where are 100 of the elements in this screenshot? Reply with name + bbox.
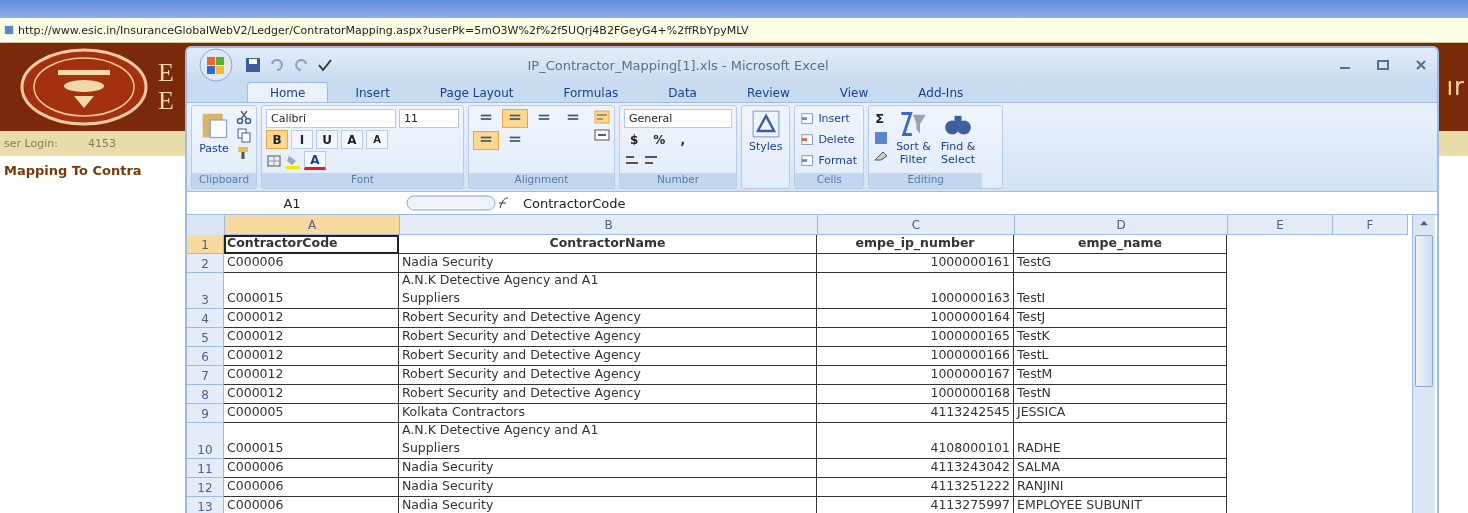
address-bar[interactable]: http://www.esic.in/InsuranceGlobalWebV2/Ledger/ContratorMapping.aspx?userPk=5mO3W%2f%2f5UQrj4B2FGeyG4+%2ffRbYpyMLV: [0, 18, 1468, 43]
close-icon[interactable]: [1413, 59, 1429, 71]
row-header[interactable]: 11: [187, 459, 224, 478]
group-label: Font: [262, 173, 463, 188]
row-header[interactable]: 13: [187, 497, 224, 513]
table-cell: JESSICA: [1014, 404, 1227, 423]
underline-button[interactable]: U: [316, 130, 338, 149]
table-cell: C000015: [224, 273, 399, 309]
row-header[interactable]: 12: [187, 478, 224, 497]
column-header[interactable]: E: [1228, 215, 1333, 235]
ribbon-tab[interactable]: Add-Ins: [895, 82, 987, 102]
table-cell: SALMA: [1014, 459, 1227, 478]
table-cell: 4113243042: [817, 459, 1014, 478]
table-cell: C000015: [224, 423, 399, 459]
table-cell: A.N.K Detective Agency and A1 Suppliers: [399, 273, 817, 309]
column-header[interactable]: D: [1015, 215, 1228, 235]
column-header[interactable]: C: [818, 215, 1015, 235]
align-button[interactable]: [473, 131, 499, 150]
table-cell: TestM: [1014, 366, 1227, 385]
column-header[interactable]: F: [1333, 215, 1408, 235]
row-header[interactable]: 1: [187, 235, 224, 254]
banner-text: ır: [1446, 73, 1465, 101]
row-header[interactable]: 2: [187, 254, 224, 273]
row-header[interactable]: 6: [187, 347, 224, 366]
ribbon-tab[interactable]: Home: [247, 82, 329, 102]
table-cell: RANJINI: [1014, 478, 1227, 497]
maximize-icon[interactable]: [1375, 59, 1391, 71]
spelling-icon[interactable]: [317, 57, 333, 73]
cells-icon: [801, 153, 816, 168]
scroll-thumb[interactable]: [1415, 235, 1433, 387]
redo-icon[interactable]: [293, 57, 309, 73]
column-header[interactable]: B: [400, 215, 818, 235]
row-header[interactable]: 3: [187, 273, 224, 309]
column-header[interactable]: A: [225, 215, 400, 235]
scissors-icon[interactable]: [236, 109, 252, 125]
undo-icon[interactable]: [269, 57, 285, 73]
cells-button[interactable]: Delete: [799, 130, 857, 149]
borders-icon[interactable]: [266, 152, 282, 169]
bold-button[interactable]: B: [266, 130, 288, 149]
ribbon-tab[interactable]: View: [816, 82, 892, 102]
wrap-text-icon[interactable]: [594, 109, 610, 125]
row-header[interactable]: 5: [187, 328, 224, 347]
table-cell: 4113251222: [817, 478, 1014, 497]
paste-button[interactable]: Paste: [196, 109, 232, 156]
name-box[interactable]: A1: [187, 195, 397, 211]
cells-button[interactable]: Insert: [799, 109, 852, 128]
ribbon-tab[interactable]: Insert: [332, 82, 413, 102]
table-cell: Kolkata Contractors: [399, 404, 817, 423]
find-select-button[interactable]: Find & Select: [937, 109, 979, 167]
sort-funnel-icon: [899, 110, 928, 138]
table-cell: Robert Security and Detective Agency: [399, 309, 817, 328]
copy-icon[interactable]: [236, 127, 252, 143]
row-header[interactable]: 8: [187, 385, 224, 404]
row-header[interactable]: 4: [187, 309, 224, 328]
ribbon-tab[interactable]: Page Layout: [416, 82, 537, 102]
grow-font-button[interactable]: A: [341, 130, 363, 149]
table-cell: TestG: [1014, 254, 1227, 273]
table-cell: TestN: [1014, 385, 1227, 404]
table-cell: Robert Security and Detective Agency: [399, 347, 817, 366]
group-label: Cells: [795, 173, 864, 188]
table-cell: TestK: [1014, 328, 1227, 347]
vertical-scrollbar[interactable]: [1412, 215, 1435, 513]
table-cell: Nadia Security: [399, 478, 817, 497]
table-cell: Robert Security and Detective Agency: [399, 366, 817, 385]
header-cell: ContractorCode: [224, 235, 399, 254]
group-label: Alignment: [469, 173, 614, 188]
table-cell: C000006: [224, 497, 399, 513]
merge-icon[interactable]: [594, 127, 610, 143]
font-color-button[interactable]: A: [304, 151, 326, 170]
ribbon-tab[interactable]: Formulas: [540, 82, 642, 102]
shrink-font-button[interactable]: A: [366, 130, 388, 149]
ribbon-tab[interactable]: Data: [645, 82, 720, 102]
page-icon: [4, 25, 14, 35]
row-header[interactable]: 10: [187, 423, 224, 459]
autosum-button[interactable]: Σ: [873, 109, 887, 128]
table-cell: Robert Security and Detective Agency: [399, 328, 817, 347]
page-heading: Mapping To Contra: [4, 162, 142, 178]
fill-icon[interactable]: [873, 130, 890, 146]
number-format-button[interactable]: ,: [674, 130, 691, 149]
row-header[interactable]: 9: [187, 404, 224, 423]
number-format-button[interactable]: $: [624, 130, 645, 149]
table-cell: C000012: [224, 366, 399, 385]
cells-button[interactable]: Format: [799, 151, 860, 170]
header-cell: ContractorName: [399, 235, 817, 254]
table-cell: 4108000101: [817, 423, 1014, 459]
table-cell: 1000000168: [817, 385, 1014, 404]
ribbon-tab[interactable]: Review: [723, 82, 813, 102]
font-size-field[interactable]: 11: [399, 109, 459, 128]
sort-filter-button[interactable]: Sort & Filter: [893, 109, 934, 167]
align-button[interactable]: [502, 109, 528, 128]
formula-field[interactable]: ContractorCode: [523, 195, 1437, 211]
number-format-button[interactable]: %: [647, 130, 672, 149]
number-format-field[interactable]: General: [624, 109, 732, 128]
font-name-field[interactable]: Calibri: [266, 109, 396, 128]
row-header[interactable]: 7: [187, 366, 224, 385]
table-cell: 1000000163: [817, 273, 1014, 309]
save-icon[interactable]: [245, 57, 261, 73]
table-cell: TestI: [1014, 273, 1227, 309]
italic-button[interactable]: I: [291, 130, 313, 149]
table-cell: Nadia Security: [399, 497, 817, 513]
